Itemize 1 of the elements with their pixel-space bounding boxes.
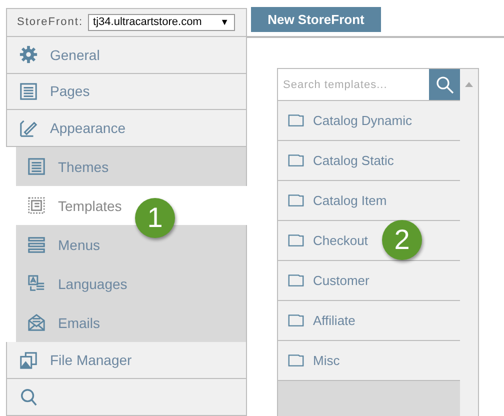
storefront-label: StoreFront:: [17, 16, 84, 28]
